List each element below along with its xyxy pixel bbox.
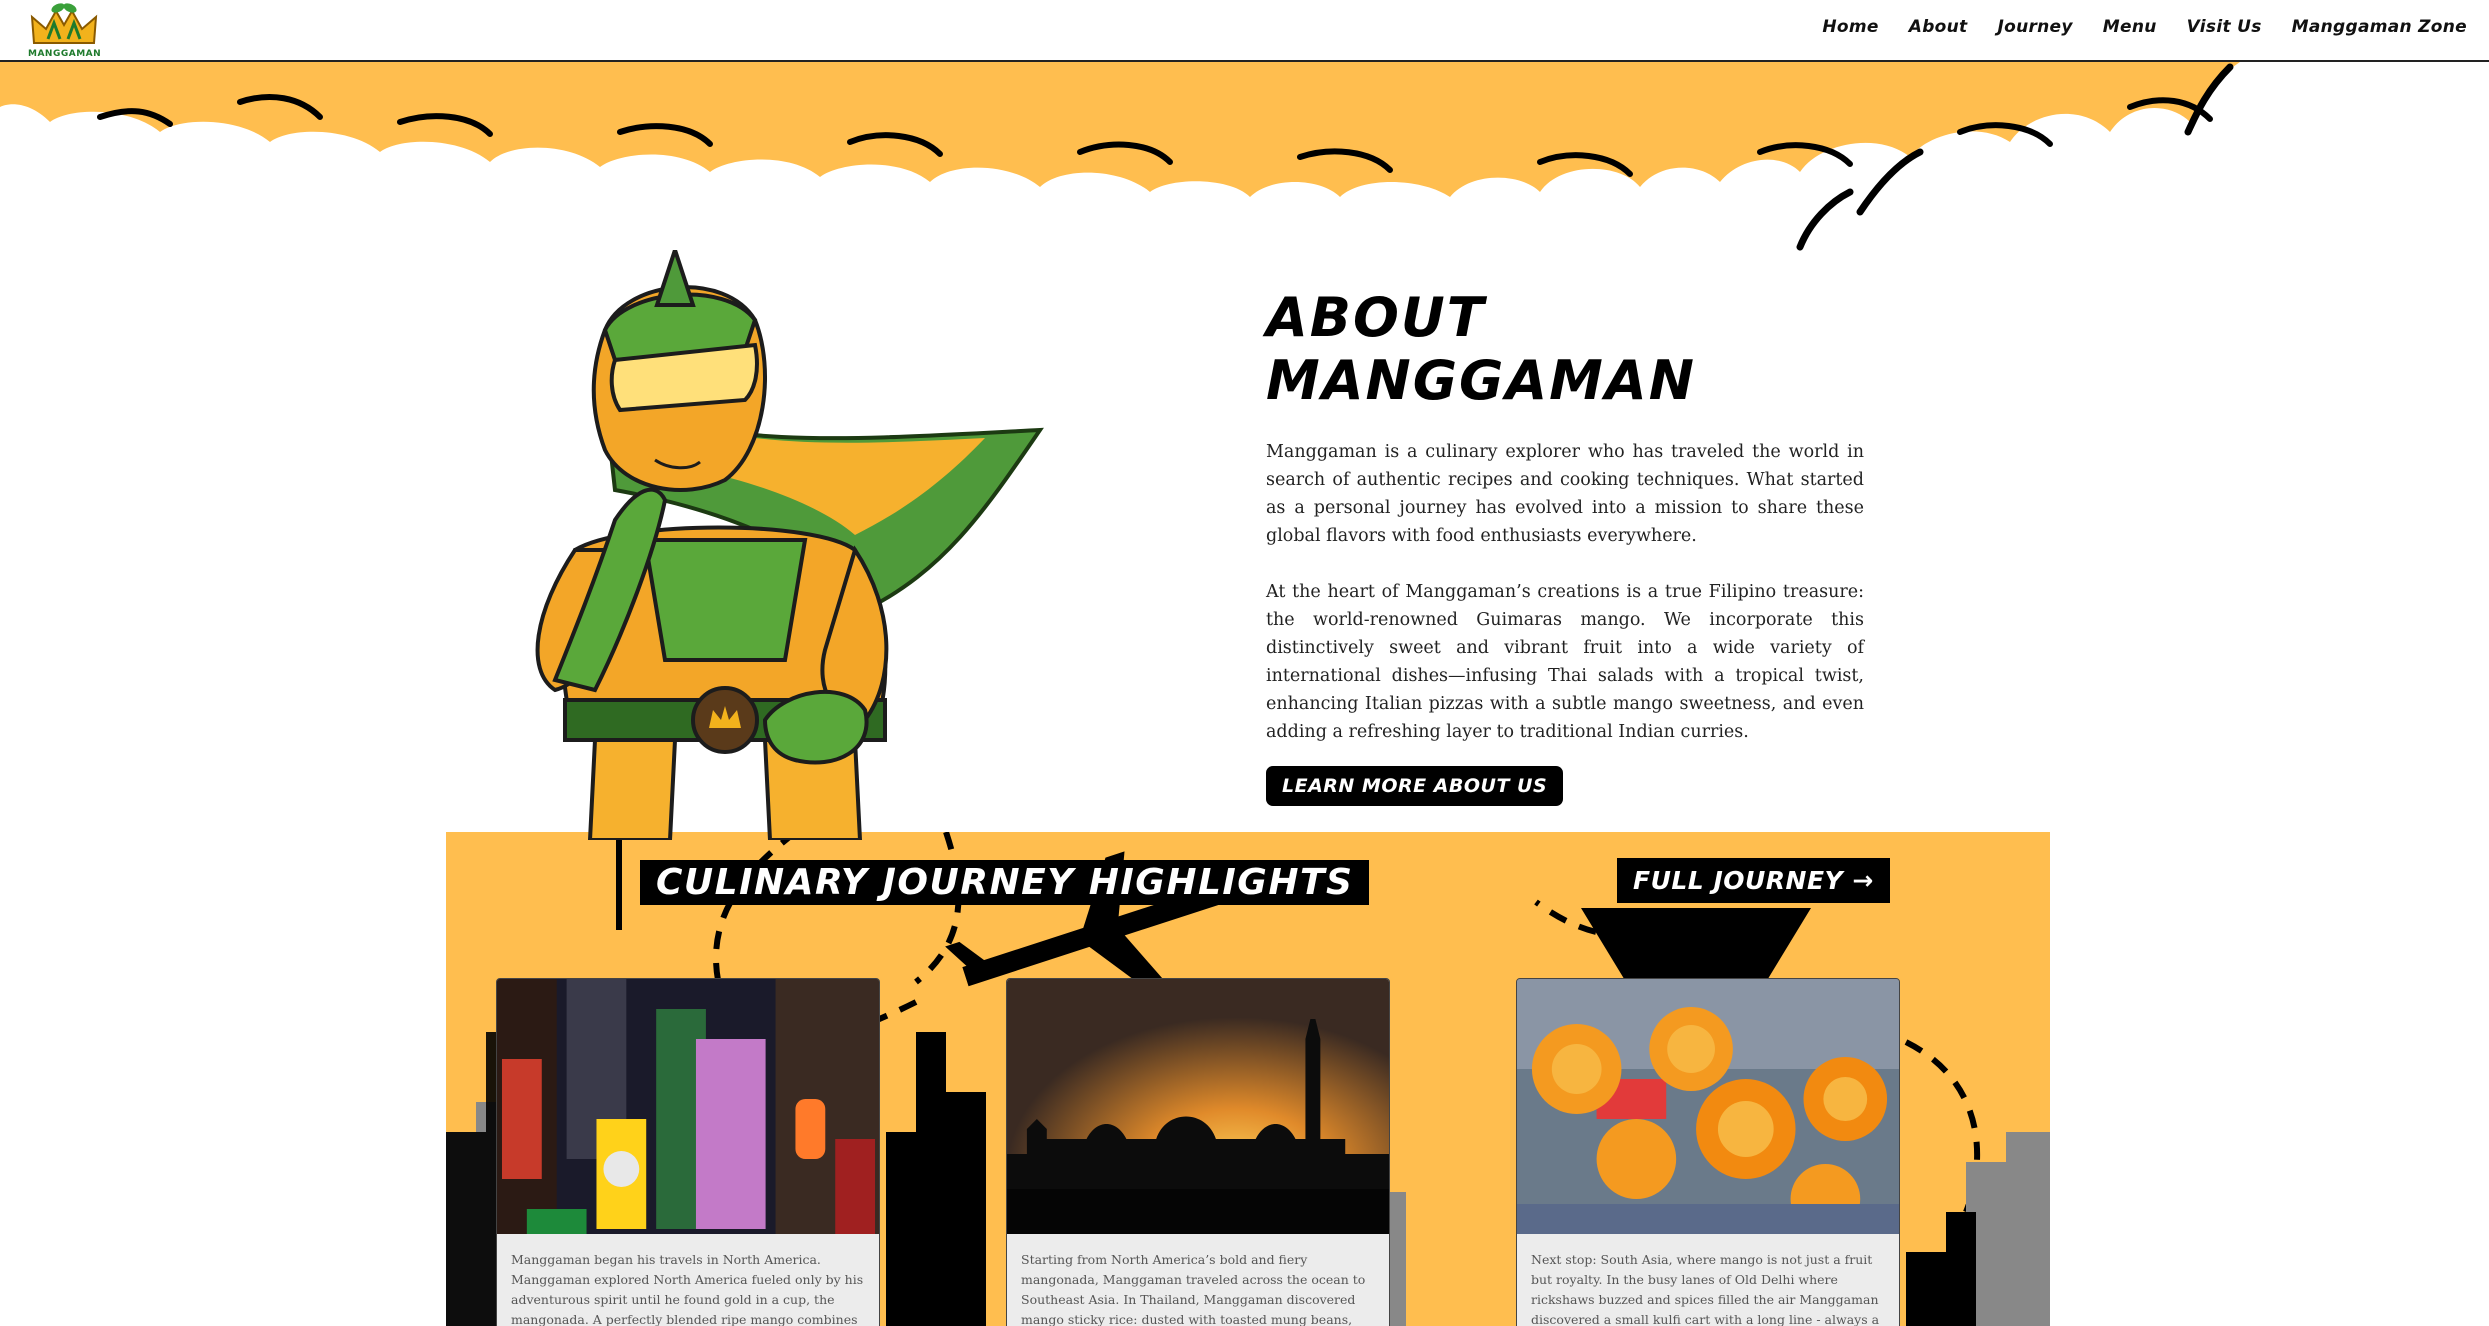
nav-about[interactable]: About: [1909, 17, 1968, 37]
full-journey-label: Full Journey: [1633, 866, 1844, 895]
journey-title: Culinary Journey Highlights: [640, 860, 1370, 905]
manggaman-logo[interactable]: MANGGAMAN: [28, 3, 102, 59]
journey-card[interactable]: Next stop: South Asia, where mango is no…: [1516, 978, 1900, 1326]
crown-logo-icon: [30, 3, 98, 44]
full-journey-button[interactable]: Full Journey →: [1617, 858, 1890, 903]
nav-visit-us[interactable]: Visit Us: [2187, 17, 2262, 37]
main-nav: Home About Journey Menu Visit Us Manggam…: [1822, 17, 2467, 37]
mango-flowers-photo: [1517, 979, 1899, 1234]
about-title: About Manggaman: [1266, 286, 1696, 412]
manggaman-hero-illustration: [535, 250, 1044, 840]
title-accent-line: [616, 832, 622, 930]
learn-more-button[interactable]: Learn More About Us: [1266, 766, 1564, 806]
journey-section: Culinary Journey Highlights Full Journey…: [446, 832, 2050, 1326]
logo-wordmark: MANGGAMAN: [28, 49, 102, 59]
nav-journey[interactable]: Journey: [1997, 17, 2072, 37]
journey-card-text: Starting from North America’s bold and f…: [1021, 1252, 1366, 1326]
about-section: About Manggaman Manggaman is a culinary …: [1266, 286, 1864, 806]
city-night-photo: [497, 979, 879, 1234]
site-header: MANGGAMAN Home About Journey Menu Visit …: [0, 0, 2489, 62]
mosque-sunset-photo: [1007, 979, 1389, 1234]
cloud-banner: [0, 62, 2489, 251]
nav-home[interactable]: Home: [1822, 17, 1878, 37]
about-paragraph-2: At the heart of Manggaman’s creations is…: [1266, 582, 1864, 742]
arrow-right-icon: →: [1852, 866, 1874, 895]
nav-manggaman-zone[interactable]: Manggaman Zone: [2292, 17, 2467, 37]
nav-menu[interactable]: Menu: [2103, 17, 2157, 37]
journey-card[interactable]: Manggaman began his travels in North Ame…: [496, 978, 880, 1326]
journey-card-text: Manggaman began his travels in North Ame…: [511, 1252, 864, 1326]
about-paragraph-1: Manggaman is a culinary explorer who has…: [1266, 442, 1864, 546]
journey-card[interactable]: Starting from North America’s bold and f…: [1006, 978, 1390, 1326]
journey-card-text: Next stop: South Asia, where mango is no…: [1531, 1252, 1880, 1326]
